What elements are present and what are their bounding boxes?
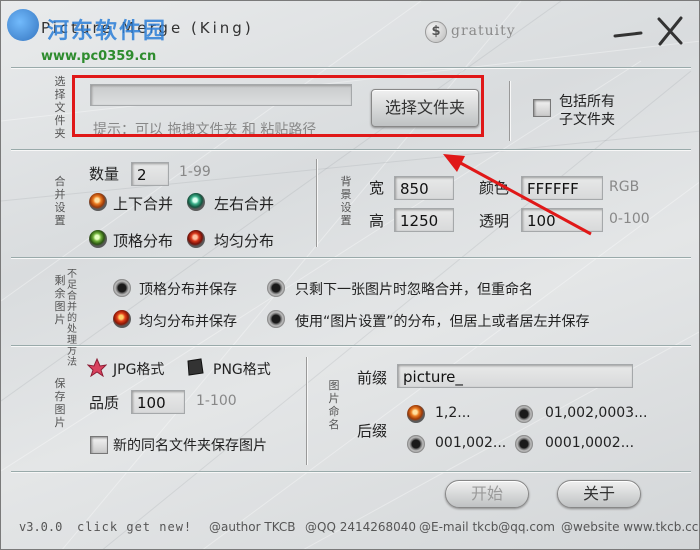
suffix-option-radio-2[interactable] <box>515 405 533 423</box>
annotation-arrow-icon <box>443 154 592 236</box>
suffix-option-radio-4[interactable] <box>515 435 533 453</box>
color-unit: RGB <box>609 179 640 195</box>
choose-folder-button[interactable]: 选择文件夹 <box>371 89 479 127</box>
include-subfolders-label-1: 包括所有 <box>559 94 615 110</box>
width-label: 宽 <box>369 179 385 197</box>
height-label: 高 <box>369 212 385 230</box>
include-subfolders-label-2: 子文件夹 <box>559 112 615 128</box>
quality-input[interactable]: 100 <box>131 390 185 414</box>
close-icon[interactable] <box>655 15 685 47</box>
prefix-input[interactable]: picture_ <box>397 364 633 388</box>
divider <box>11 67 691 68</box>
suffix-option-label-3: 001,002... <box>435 435 507 451</box>
suffix-option-label-2: 01,002,0003... <box>545 405 648 421</box>
opacity-range: 0-100 <box>609 211 650 227</box>
remaining-top-align-label: 顶格分布并保存 <box>139 282 237 298</box>
qq-text: @QQ 2414268040 <box>305 520 417 534</box>
new-folder-checkbox[interactable] <box>90 436 108 454</box>
naming-section-label: 图片命名 <box>328 379 340 431</box>
count-input[interactable]: 2 <box>131 162 169 186</box>
suffix-label: 后缀 <box>357 422 388 440</box>
divider <box>509 81 510 141</box>
jpg-format-label: JPG格式 <box>113 362 165 378</box>
suffix-option-label-4: 0001,0002... <box>545 435 635 451</box>
count-label: 数量 <box>89 165 120 183</box>
new-folder-label: 新的同名文件夹保存图片 <box>113 438 267 454</box>
folder-section-label: 选择文件夹 <box>54 75 66 140</box>
divider <box>316 159 317 247</box>
merge-vertical-radio[interactable] <box>89 193 107 211</box>
background-section-label: 背景设置 <box>340 175 352 227</box>
prefix-label: 前缀 <box>357 369 388 387</box>
merge-vertical-label: 上下合并 <box>113 195 174 213</box>
email-text: @E-mail tkcb@qq.com <box>419 520 555 534</box>
remaining-use-settings-label: 使用“图片设置”的分布，但居上或者居左并保存 <box>295 314 590 330</box>
remaining-top-align-radio[interactable] <box>113 279 131 297</box>
jpg-flower-icon[interactable] <box>87 357 107 377</box>
watermark-logo-icon <box>7 9 39 41</box>
quality-range: 1-100 <box>196 393 237 409</box>
divider <box>11 257 691 258</box>
suffix-option-label-1: 1,2... <box>435 405 471 421</box>
top-align-label: 顶格分布 <box>113 232 174 250</box>
remaining-ignore-rename-label: 只剩下一张图片时忽略合并，但重命名 <box>295 282 533 298</box>
dollar-coin-icon[interactable]: $ <box>425 21 447 43</box>
png-format-label: PNG格式 <box>213 362 271 378</box>
save-section-label: 保存图片 <box>54 377 66 429</box>
remaining-even-distribute-label: 均匀分布并保存 <box>139 314 237 330</box>
count-range: 1-99 <box>179 164 211 180</box>
quality-label: 品质 <box>89 394 120 412</box>
remaining-even-distribute-radio[interactable] <box>113 310 131 328</box>
remaining-ignore-rename-radio[interactable] <box>267 279 285 297</box>
start-button[interactable]: 开始 <box>445 480 529 508</box>
divider <box>306 357 307 465</box>
top-align-radio[interactable] <box>89 230 107 248</box>
even-distribute-radio[interactable] <box>187 230 205 248</box>
png-square-icon[interactable] <box>185 357 205 377</box>
about-button[interactable]: 关于 <box>557 480 641 508</box>
include-subfolders-checkbox[interactable] <box>533 99 551 117</box>
folder-hint: 提示：可以 拖拽文件夹 和 粘贴路径 <box>93 122 317 138</box>
author-text: @author TKCB <box>209 520 296 534</box>
merge-section-label: 合并设置 <box>54 175 66 227</box>
app-window: Picture Merge (King) 河东软件园 www.pc0359.cn… <box>0 0 700 550</box>
divider <box>11 345 691 346</box>
gratuity-link[interactable]: gratuity <box>451 23 516 39</box>
version-text: v3.0.0 <box>19 520 63 534</box>
watermark-url: www.pc0359.cn <box>41 49 157 64</box>
even-distribute-label: 均匀分布 <box>214 232 275 250</box>
merge-horizontal-radio[interactable] <box>187 193 205 211</box>
website-link[interactable]: @website www.tkcb.cc <box>561 520 698 534</box>
remaining-section-label-b: 不足合并的处理方法 <box>67 269 77 368</box>
minimize-icon[interactable] <box>613 21 643 45</box>
suffix-option-radio-3[interactable] <box>407 435 425 453</box>
folder-path-input[interactable] <box>90 84 352 106</box>
remaining-use-settings-radio[interactable] <box>267 310 285 328</box>
watermark-name: 河东软件园 <box>47 19 168 44</box>
merge-horizontal-label: 左右合并 <box>214 195 275 213</box>
click-get-new-link[interactable]: click get new! <box>77 520 192 534</box>
suffix-option-radio-1[interactable] <box>407 405 425 423</box>
divider <box>11 471 691 472</box>
